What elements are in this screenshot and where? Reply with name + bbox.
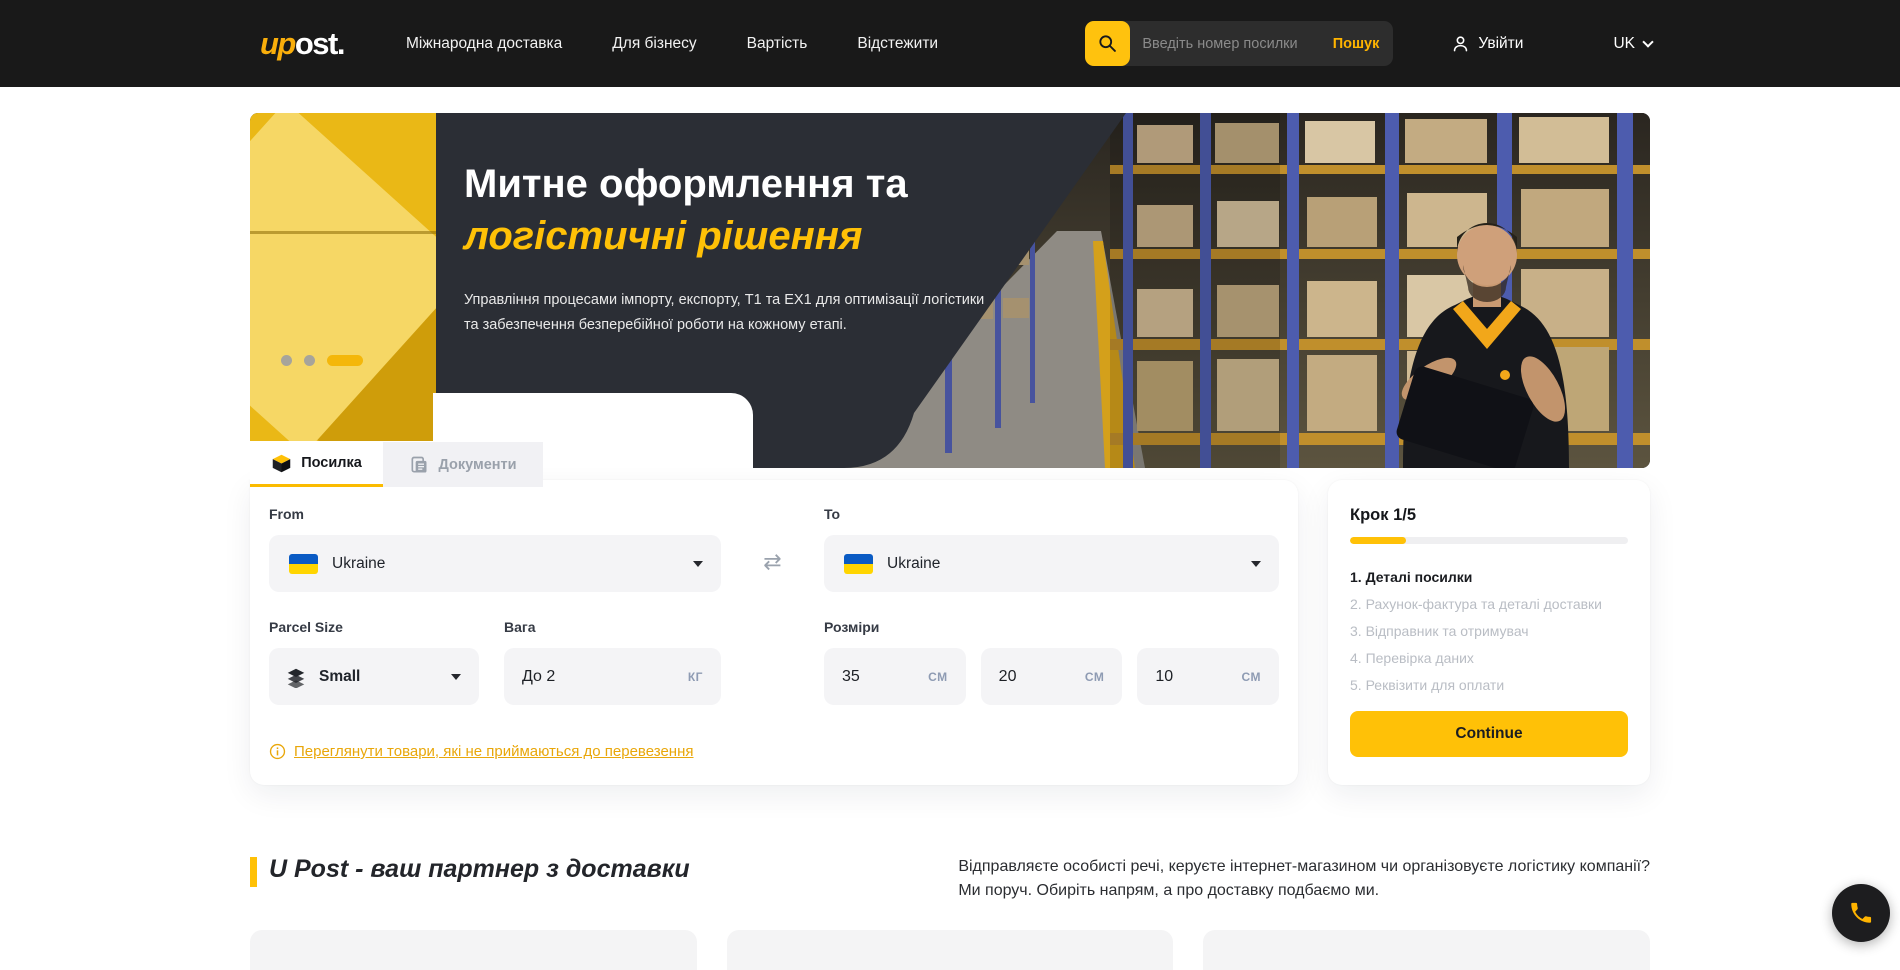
direction-cards-row [250,930,1650,970]
tab-documents-label: Документи [438,457,516,473]
swap-countries-icon[interactable]: ⇄ [763,550,781,575]
direction-card[interactable] [727,930,1174,970]
nav-item-international-delivery[interactable]: Міжнародна доставка [406,35,562,53]
width-input[interactable] [999,668,1073,686]
call-fab-button[interactable] [1832,884,1890,942]
tracking-number-input[interactable] [1130,36,1330,52]
width-unit: см [1085,670,1105,684]
carousel-dot[interactable] [304,355,315,366]
hero-banner-wrap: Митне оформлення та логістичні рішення У… [250,113,1650,468]
search-button[interactable] [1085,21,1130,66]
login-button[interactable]: Увійти [1451,34,1523,53]
steps-card: Крок 1/5 1. Деталі посилки 2. Рахунок-фа… [1328,480,1650,785]
parcel-size-value: Small [319,668,360,686]
steps-title: Крок 1/5 [1350,506,1628,525]
parcel-size-select[interactable]: Small [269,648,479,705]
language-selector[interactable]: UK [1613,35,1652,53]
about-title: U Post - ваш партнер з доставки [269,855,690,884]
main-nav: Міжнародна доставка Для бізнесу Вартість… [406,35,938,53]
hero-title-line1: Митне оформлення та [464,158,1126,210]
step-item-5: 5. Реквізити для оплати [1350,678,1628,692]
length-input[interactable] [842,668,916,686]
step-item-4: 4. Перевірка даних [1350,651,1628,665]
search-icon [1097,33,1118,54]
calculator-section: From Ukraine ⇄ To Ukraine [250,480,1650,785]
tab-documents[interactable]: Документи [383,442,543,487]
from-label: From [269,506,721,522]
progress-bar [1350,537,1628,544]
tracking-search-bar: Пошук [1085,21,1393,66]
dropdown-arrow-icon [451,674,461,680]
tab-parcel-label: Посилка [301,455,362,471]
height-input[interactable] [1155,668,1229,686]
carousel-dot-active[interactable] [327,355,363,366]
from-country-select[interactable]: Ukraine [269,535,721,592]
nav-item-pricing[interactable]: Вартість [747,35,808,53]
upost-logo[interactable]: upost. [260,26,344,62]
to-country-value: Ukraine [887,555,940,573]
envelope-fold-line [250,231,436,234]
user-icon [1451,34,1470,53]
ukraine-flag-icon [289,554,318,574]
logo-prefix: up [260,26,295,61]
restricted-items-link[interactable]: Переглянути товари, які не приймаються д… [294,743,694,760]
height-field[interactable]: см [1137,648,1279,705]
progress-bar-fill [1350,537,1406,544]
tab-parcel[interactable]: Посилка [250,442,383,487]
hero-left-graphic [250,113,436,468]
parcel-box-icon [271,453,292,474]
length-unit: см [928,670,948,684]
accent-bar [250,857,257,887]
dimensions-label: Розміри [824,619,1279,635]
step-item-1: 1. Деталі посилки [1350,570,1628,584]
carousel-dots [281,355,363,366]
dropdown-arrow-icon [693,561,703,567]
parcel-form-card: From Ukraine ⇄ To Ukraine [250,480,1298,785]
from-country-value: Ukraine [332,555,385,573]
weight-input[interactable] [522,668,649,686]
height-unit: см [1242,670,1262,684]
direction-card[interactable] [250,930,697,970]
language-value: UK [1613,35,1635,53]
stacked-layers-icon [285,666,307,688]
about-heading: U Post - ваш партнер з доставки [250,855,690,887]
weight-field[interactable]: кг [504,648,721,705]
width-field[interactable]: см [981,648,1123,705]
about-text-line2: Ми поруч. Обиріть напрям, а про доставку… [958,879,1650,903]
documents-icon [409,455,429,475]
about-section: U Post - ваш партнер з доставки Відправл… [250,855,1650,903]
header: upost. Міжнародна доставка Для бізнесу В… [0,0,1900,87]
to-label: To [824,506,1279,522]
parcel-size-label: Parcel Size [269,619,479,635]
dropdown-arrow-icon [1251,561,1261,567]
ukraine-flag-icon [844,554,873,574]
logo-suffix: ost. [295,26,344,61]
carousel-dot[interactable] [281,355,292,366]
phone-icon [1848,900,1874,926]
direction-card[interactable] [1203,930,1650,970]
about-text-line1: Відправляєте особисті речі, керуєте інте… [958,855,1650,879]
hero-banner: Митне оформлення та логістичні рішення У… [250,113,1650,468]
length-field[interactable]: см [824,648,966,705]
nav-item-for-business[interactable]: Для бізнесу [612,35,696,53]
to-country-select[interactable]: Ukraine [824,535,1279,592]
nav-item-track[interactable]: Відстежити [857,35,938,53]
chevron-down-icon [1642,36,1653,47]
steps-list: 1. Деталі посилки 2. Рахунок-фактура та … [1350,570,1628,692]
step-item-3: 3. Відправник та отримувач [1350,624,1628,638]
shipment-type-tabs: Посилка Документи [250,442,543,487]
search-submit-button[interactable]: Пошук [1331,36,1394,52]
continue-button[interactable]: Continue [1350,711,1628,757]
login-label: Увійти [1478,35,1523,53]
step-item-2: 2. Рахунок-фактура та деталі доставки [1350,597,1628,611]
about-text: Відправляєте особисті речі, керуєте інте… [958,855,1650,903]
weight-unit: кг [688,670,703,684]
info-icon [269,743,286,760]
weight-label: Вага [504,619,721,635]
